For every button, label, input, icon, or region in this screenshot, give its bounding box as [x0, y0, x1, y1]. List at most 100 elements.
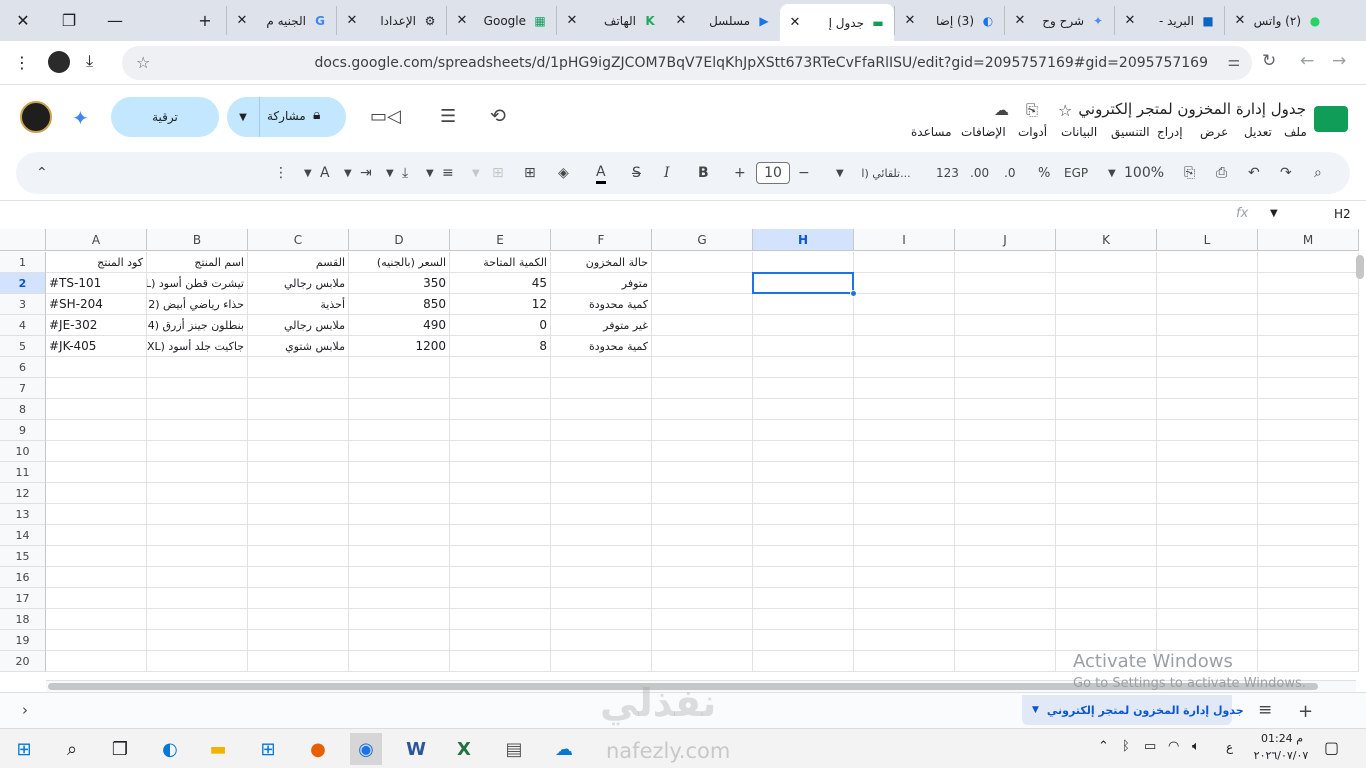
merge-cells-icon[interactable]: ⊞: [492, 162, 504, 184]
cell-l10[interactable]: [1157, 441, 1258, 462]
row-header-15[interactable]: 15: [0, 546, 46, 567]
menu-help[interactable]: مساعدة: [911, 125, 952, 139]
download-icon[interactable]: ⤓: [86, 51, 93, 71]
cell-b8[interactable]: [147, 399, 248, 420]
cell-j1[interactable]: [955, 252, 1056, 273]
cell-h10[interactable]: [753, 441, 854, 462]
cell-g6[interactable]: [652, 357, 753, 378]
sheet-tab-active[interactable]: ▼ جدول إدارة المخزون لمتجر إلكتروني: [1022, 695, 1244, 725]
firefox-icon[interactable]: ●: [302, 733, 334, 765]
bold-button[interactable]: B: [698, 162, 709, 184]
row-header-13[interactable]: 13: [0, 504, 46, 525]
column-header-m[interactable]: M: [1258, 229, 1359, 251]
cell-k16[interactable]: [1056, 567, 1157, 588]
cell-h3[interactable]: [753, 294, 854, 315]
cell-l3[interactable]: [1157, 294, 1258, 315]
cell-c20[interactable]: [248, 651, 349, 672]
meet-icon[interactable]: ▭◁: [370, 106, 401, 127]
row-header-14[interactable]: 14: [0, 525, 46, 546]
cell-i18[interactable]: [854, 609, 955, 630]
cell-b20[interactable]: [147, 651, 248, 672]
cell-b5[interactable]: جاكيت جلد أسود (XL): [147, 336, 248, 357]
cell-m2[interactable]: [1258, 273, 1359, 294]
cell-l12[interactable]: [1157, 483, 1258, 504]
new-tab-icon[interactable]: +: [182, 0, 228, 41]
cell-g14[interactable]: [652, 525, 753, 546]
row-header-2[interactable]: 2: [0, 273, 46, 294]
menu-file[interactable]: ملف: [1284, 125, 1307, 139]
cell-m18[interactable]: [1258, 609, 1359, 630]
cell-j7[interactable]: [955, 378, 1056, 399]
cell-h7[interactable]: [753, 378, 854, 399]
cell-b17[interactable]: [147, 588, 248, 609]
cell-g13[interactable]: [652, 504, 753, 525]
cell-k5[interactable]: [1056, 336, 1157, 357]
cell-h11[interactable]: [753, 462, 854, 483]
tab-outlook[interactable]: ✕ البريد - ■: [1114, 6, 1224, 35]
cell-e19[interactable]: [450, 630, 551, 651]
column-header-i[interactable]: I: [854, 229, 955, 251]
cell-c8[interactable]: [248, 399, 349, 420]
cell-i4[interactable]: [854, 315, 955, 336]
cell-j18[interactable]: [955, 609, 1056, 630]
cell-a6[interactable]: [46, 357, 147, 378]
cell-k18[interactable]: [1056, 609, 1157, 630]
cell-a15[interactable]: [46, 546, 147, 567]
cell-k12[interactable]: [1056, 483, 1157, 504]
cell-h2[interactable]: [753, 273, 854, 294]
cell-c10[interactable]: [248, 441, 349, 462]
add-sheet-icon[interactable]: +: [1298, 701, 1313, 722]
cell-a2[interactable]: #TS-101: [46, 273, 147, 294]
cell-l2[interactable]: [1157, 273, 1258, 294]
cell-m20[interactable]: [1258, 651, 1359, 672]
cell-i12[interactable]: [854, 483, 955, 504]
menu-data[interactable]: البيانات: [1061, 125, 1097, 139]
italic-button[interactable]: I: [664, 162, 670, 184]
cell-g10[interactable]: [652, 441, 753, 462]
cell-e4[interactable]: 0: [450, 315, 551, 336]
cell-b19[interactable]: [147, 630, 248, 651]
cell-h6[interactable]: [753, 357, 854, 378]
bluetooth-icon[interactable]: ᛒ: [1122, 739, 1130, 754]
row-header-5[interactable]: 5: [0, 336, 46, 357]
cell-h14[interactable]: [753, 525, 854, 546]
cell-c19[interactable]: [248, 630, 349, 651]
paint-format-icon[interactable]: ⎘: [1184, 162, 1195, 184]
cell-b9[interactable]: [147, 420, 248, 441]
cell-l4[interactable]: [1157, 315, 1258, 336]
all-sheets-icon[interactable]: ≡: [1258, 700, 1272, 720]
column-header-b[interactable]: B: [147, 229, 248, 251]
cell-m16[interactable]: [1258, 567, 1359, 588]
cell-c7[interactable]: [248, 378, 349, 399]
cell-f10[interactable]: [551, 441, 652, 462]
cell-m4[interactable]: [1258, 315, 1359, 336]
cell-m12[interactable]: [1258, 483, 1359, 504]
site-settings-icon[interactable]: ⚌: [1227, 54, 1240, 70]
close-tab-icon[interactable]: ✕: [1013, 13, 1027, 28]
cell-m7[interactable]: [1258, 378, 1359, 399]
cell-b4[interactable]: بنطلون جينز أزرق (4: [147, 315, 248, 336]
cell-i5[interactable]: [854, 336, 955, 357]
word-icon[interactable]: W: [400, 733, 432, 765]
cell-e12[interactable]: [450, 483, 551, 504]
cell-m3[interactable]: [1258, 294, 1359, 315]
file-explorer-icon[interactable]: ▬: [202, 733, 234, 765]
tab-series[interactable]: ✕ مسلسل ▶: [666, 6, 780, 35]
cell-a14[interactable]: [46, 525, 147, 546]
row-header-17[interactable]: 17: [0, 588, 46, 609]
app-icon[interactable]: ▤: [498, 733, 530, 765]
cell-a19[interactable]: [46, 630, 147, 651]
cell-l6[interactable]: [1157, 357, 1258, 378]
cell-j8[interactable]: [955, 399, 1056, 420]
print-icon[interactable]: ⎙: [1216, 162, 1227, 184]
cell-c18[interactable]: [248, 609, 349, 630]
cell-d5[interactable]: 1200: [349, 336, 450, 357]
tab-google-sheets[interactable]: ✕ Google ▦: [446, 6, 556, 35]
cell-d3[interactable]: 850: [349, 294, 450, 315]
cell-b16[interactable]: [147, 567, 248, 588]
cell-g8[interactable]: [652, 399, 753, 420]
volume-icon[interactable]: 🔈︎: [1192, 739, 1200, 754]
cell-a8[interactable]: [46, 399, 147, 420]
cell-e6[interactable]: [450, 357, 551, 378]
cell-l11[interactable]: [1157, 462, 1258, 483]
